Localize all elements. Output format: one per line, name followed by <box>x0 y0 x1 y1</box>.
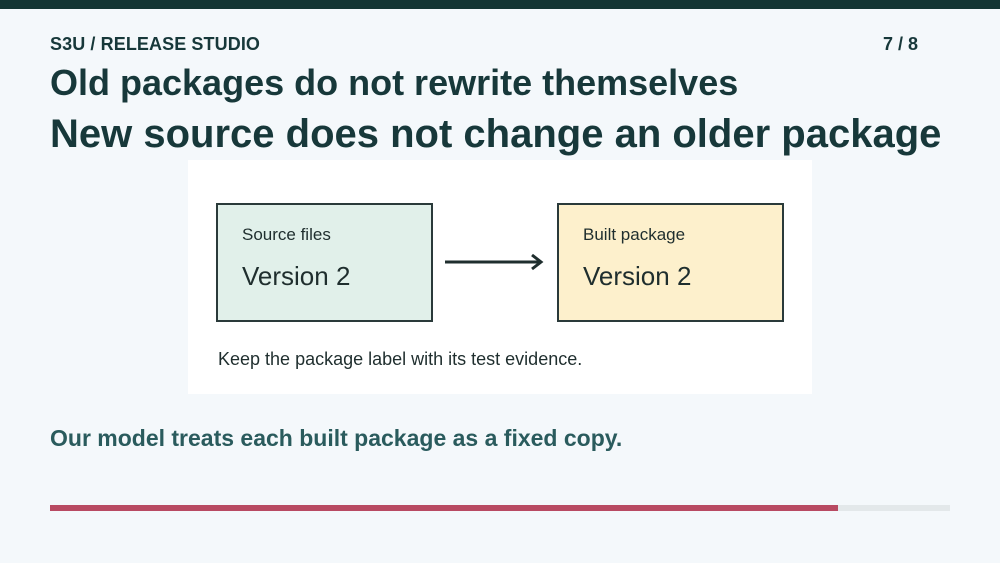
built-package-version: Version 2 <box>583 261 692 291</box>
deck-kicker: S3U / RELEASE STUDIO <box>50 34 261 54</box>
source-files-version: Version 2 <box>242 261 351 291</box>
slide-title: Old packages do not rewrite themselves <box>50 62 739 103</box>
top-accent-bar <box>0 0 1000 9</box>
arrow-right-icon <box>445 253 544 271</box>
slide-subtitle: New source does not change an older pack… <box>50 112 942 156</box>
source-files-box: Source files Version 2 <box>216 203 433 322</box>
diagram-caption: Keep the package label with its test evi… <box>218 349 583 369</box>
deck-progress-fill <box>50 505 838 511</box>
slide-counter: 7 / 8 <box>882 34 918 54</box>
diagram-card: Source files Version 2 Built package Ver… <box>188 160 812 394</box>
built-package-label: Built package <box>583 225 686 244</box>
deck-progress-bar <box>50 505 950 511</box>
slide-takeaway: Our model treats each built package as a… <box>50 425 623 451</box>
built-package-box: Built package Version 2 <box>557 203 784 322</box>
source-files-label: Source files <box>242 225 331 244</box>
